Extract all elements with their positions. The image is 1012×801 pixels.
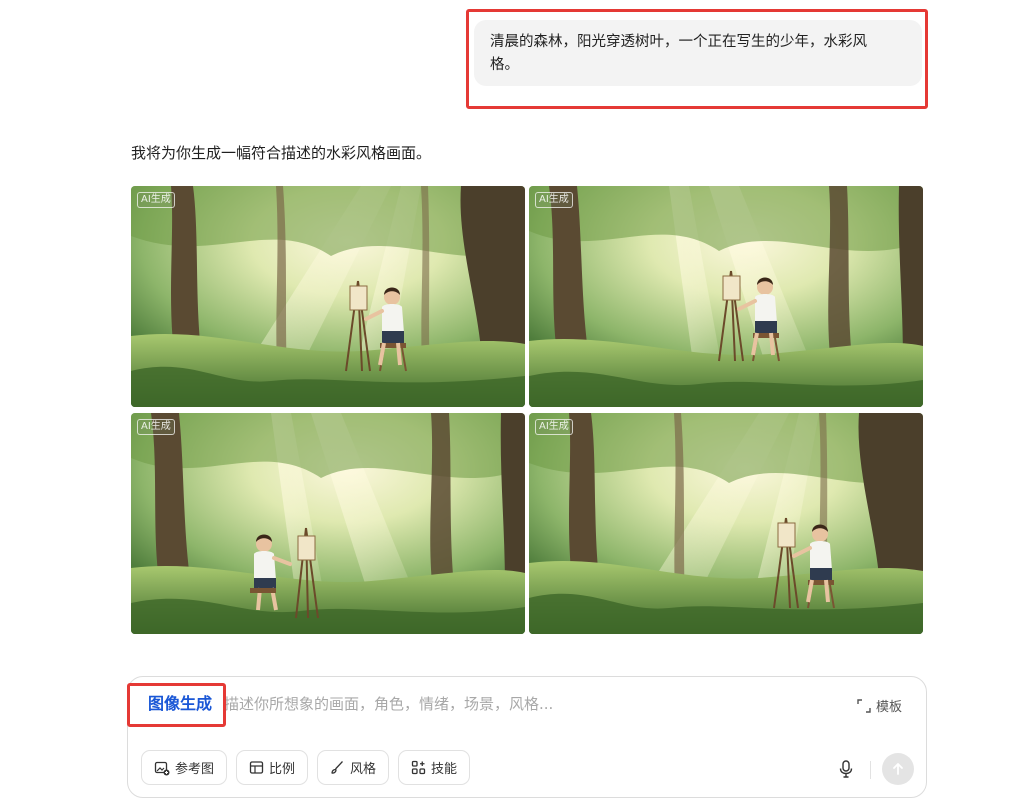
image-add-icon: [154, 761, 170, 775]
generated-image-grid: AI生成 AI生成 AI生成 AI生成: [131, 186, 924, 634]
voice-input-button[interactable]: [834, 757, 858, 781]
assistant-reply-text: 我将为你生成一幅符合描述的水彩风格画面。: [131, 144, 432, 162]
reference-image-label: 参考图: [175, 762, 215, 777]
ai-generated-badge: AI生成: [137, 192, 175, 208]
prompt-composer: 图像生成 模板 参考图: [127, 676, 927, 798]
toolbar-divider: [870, 761, 871, 779]
reference-image-button[interactable]: 参考图: [141, 750, 228, 785]
template-label: 模板: [875, 700, 902, 715]
arrow-up-icon: [893, 763, 903, 775]
watercolor-forest-image: [131, 413, 525, 634]
composer-toolbar: 参考图 比例 风格 技能: [141, 750, 471, 785]
ai-generated-badge: AI生成: [137, 419, 175, 435]
aspect-ratio-icon: [249, 761, 264, 774]
generated-image-2[interactable]: AI生成: [529, 186, 923, 407]
microphone-icon: [839, 760, 853, 778]
style-button[interactable]: 风格: [317, 750, 390, 785]
expand-icon: [857, 698, 871, 713]
brush-icon: [331, 761, 344, 774]
generated-image-4[interactable]: AI生成: [529, 413, 923, 634]
ai-generated-badge: AI生成: [535, 192, 573, 208]
aspect-ratio-button[interactable]: 比例: [236, 750, 309, 785]
generated-image-1[interactable]: AI生成: [131, 186, 525, 407]
user-message-line-1: 清晨的森林，阳光穿透树叶，一个正在写生的少年，水彩风: [490, 34, 867, 50]
watercolor-forest-image: [529, 413, 923, 634]
skills-button[interactable]: 技能: [398, 750, 471, 785]
watercolor-forest-image: [131, 186, 525, 407]
mode-label-highlight: [127, 683, 226, 727]
generated-image-3[interactable]: AI生成: [131, 413, 525, 634]
ai-generated-badge: AI生成: [535, 419, 573, 435]
send-button[interactable]: [882, 753, 914, 785]
aspect-ratio-label: 比例: [269, 762, 296, 777]
style-label: 风格: [350, 762, 377, 777]
prompt-input[interactable]: [224, 691, 824, 717]
user-message-bubble: 清晨的森林，阳光穿透树叶，一个正在写生的少年，水彩风 格。: [474, 20, 922, 86]
template-button[interactable]: 模板: [857, 696, 902, 715]
user-message-line-2: 格。: [490, 57, 519, 73]
skills-label: 技能: [431, 762, 458, 777]
chat-page: 清晨的森林，阳光穿透树叶，一个正在写生的少年，水彩风 格。 我将为你生成一幅符合…: [0, 0, 1012, 801]
watercolor-forest-image: [529, 186, 923, 407]
apps-icon: [411, 760, 426, 775]
